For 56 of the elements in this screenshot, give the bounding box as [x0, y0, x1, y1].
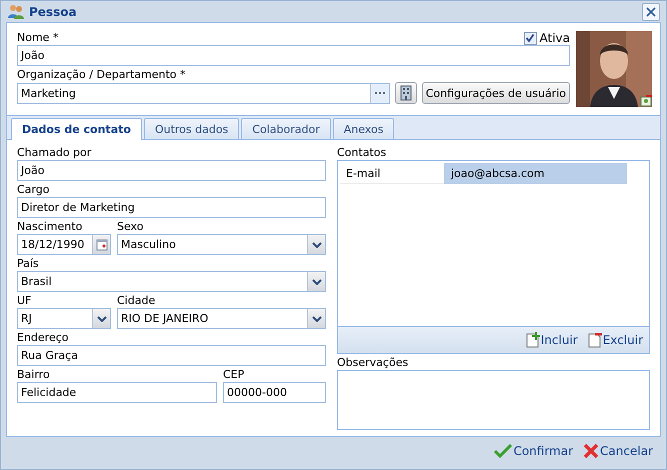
- field-label: Sexo: [117, 219, 144, 234]
- delete-button[interactable]: Excluir: [588, 332, 643, 348]
- field-label: Nome *: [17, 30, 58, 45]
- user-settings-button[interactable]: Configurações de usuário: [422, 82, 570, 104]
- checkmark-icon: [494, 444, 512, 458]
- text-field[interactable]: João: [17, 160, 326, 181]
- tab[interactable]: Anexos: [332, 118, 394, 139]
- field-label: Endereço: [17, 330, 70, 345]
- tab[interactable]: Colaborador: [241, 118, 331, 139]
- text-field[interactable]: Rua Graça: [17, 345, 326, 366]
- chevron-down-icon[interactable]: [307, 235, 325, 254]
- notes-field[interactable]: [337, 370, 650, 430]
- field-label: Nascimento: [17, 219, 84, 234]
- text-field[interactable]: Diretor de Marketing: [17, 197, 326, 218]
- cancel-button[interactable]: Cancelar: [583, 443, 653, 459]
- active-checkbox[interactable]: [524, 32, 536, 44]
- calendar-icon[interactable]: [92, 235, 110, 254]
- close-button[interactable]: [642, 2, 660, 20]
- chevron-down-icon[interactable]: [307, 272, 325, 291]
- table-cell[interactable]: joao@abcsa.com: [444, 163, 627, 184]
- tab[interactable]: Dados de contato: [11, 118, 142, 140]
- cross-icon: [583, 443, 600, 459]
- field-label: CEP: [223, 367, 246, 382]
- users-icon: [7, 4, 25, 20]
- building-button[interactable]: [394, 82, 417, 104]
- add-button[interactable]: Incluir: [526, 332, 578, 348]
- confirm-button[interactable]: Confirmar: [494, 444, 574, 458]
- field-label: Chamado por: [17, 145, 92, 160]
- field-label: UF: [17, 293, 32, 308]
- text-field[interactable]: Felicidade: [17, 382, 217, 403]
- document-minus-icon: [588, 332, 602, 348]
- organization-field[interactable]: Marketing: [17, 82, 390, 104]
- section-label: Observações: [337, 355, 410, 370]
- chevron-down-icon[interactable]: [307, 309, 325, 328]
- field-label: Cidade: [117, 293, 156, 308]
- dropdown-field[interactable]: Masculino: [117, 234, 326, 255]
- building-icon: [398, 85, 413, 101]
- text-field[interactable]: 00000-000: [223, 382, 326, 403]
- chevron-down-icon[interactable]: [92, 309, 110, 328]
- section-label: Contatos: [337, 145, 388, 160]
- dropdown-field[interactable]: Brasil: [17, 271, 326, 292]
- ellipsis-icon[interactable]: [370, 84, 389, 102]
- field-label: Organização / Departamento *: [17, 67, 187, 82]
- tab[interactable]: Outros dados: [144, 118, 240, 139]
- window-title: Pessoa: [29, 4, 77, 18]
- dropdown-field[interactable]: RIO DE JANEIRO: [117, 308, 326, 329]
- date-field[interactable]: 18/12/1990: [17, 234, 111, 255]
- close-icon: [646, 6, 656, 16]
- dropdown-field[interactable]: RJ: [17, 308, 111, 329]
- checkbox-label: Ativa: [540, 31, 570, 45]
- field-label: País: [17, 256, 40, 271]
- name-field[interactable]: João: [17, 45, 570, 66]
- image-icon[interactable]: [640, 95, 652, 107]
- field-label: Cargo: [17, 182, 50, 197]
- field-label: Bairro: [17, 367, 51, 382]
- document-plus-icon: [526, 332, 540, 348]
